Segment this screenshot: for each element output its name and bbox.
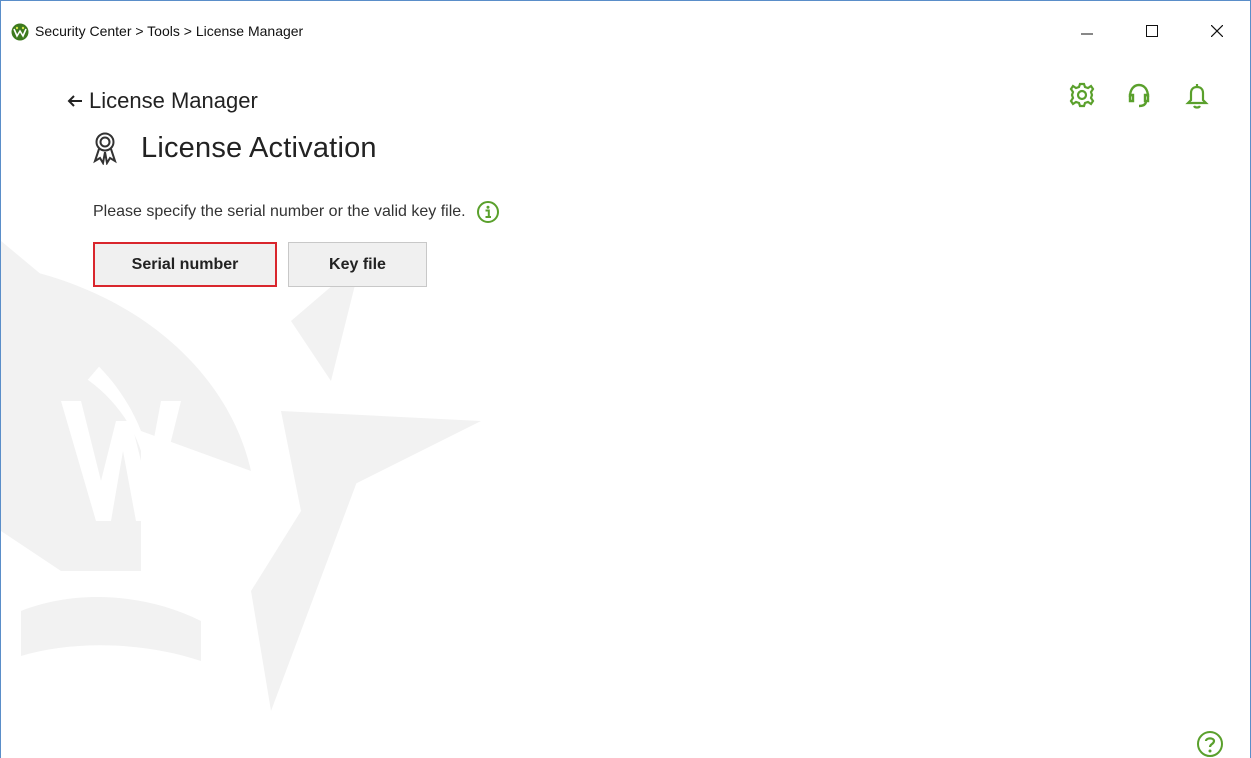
minimize-icon — [1081, 33, 1093, 35]
serial-number-button[interactable]: Serial number — [93, 242, 277, 287]
key-file-button[interactable]: Key file — [288, 242, 427, 287]
app-logo-icon — [11, 23, 29, 41]
close-icon — [1211, 25, 1223, 37]
app-window: Security Center > Tools > License Manage… — [0, 0, 1251, 758]
arrow-left-icon — [67, 95, 82, 107]
watermark-logo — [1, 241, 481, 711]
back-link-label: License Manager — [89, 88, 258, 113]
notifications-bell-icon[interactable] — [1183, 80, 1211, 110]
close-button[interactable] — [1194, 15, 1240, 47]
page-title: License Activation — [141, 131, 377, 164]
settings-gear-icon[interactable] — [1068, 80, 1096, 110]
minimize-button[interactable] — [1064, 15, 1110, 47]
back-to-license-manager-link[interactable]: License Manager — [67, 87, 258, 115]
title-bar: Security Center > Tools > License Manage… — [1, 1, 1250, 63]
maximize-button[interactable] — [1129, 15, 1175, 47]
support-headset-icon[interactable] — [1125, 80, 1153, 110]
description-row: Please specify the serial number or the … — [93, 200, 500, 224]
page-header: License Activation — [93, 131, 377, 165]
activation-description: Please specify the serial number or the … — [93, 203, 466, 220]
license-ribbon-icon — [93, 132, 117, 165]
info-icon[interactable] — [476, 200, 500, 224]
maximize-icon — [1146, 25, 1158, 37]
help-question-icon[interactable] — [1196, 730, 1224, 758]
window-title: Security Center > Tools > License Manage… — [35, 23, 304, 39]
